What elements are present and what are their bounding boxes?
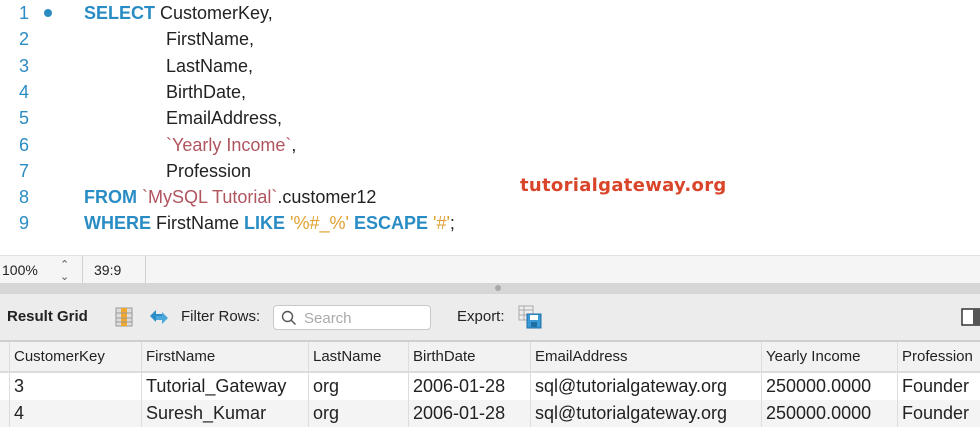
- refresh-icon[interactable]: [148, 294, 170, 340]
- quoted-identifier: `MySQL Tutorial`: [142, 187, 278, 208]
- code-text: BirthDate,: [166, 79, 246, 105]
- cursor-position: 39:9: [82, 256, 146, 284]
- sql-keyword: SELECT: [84, 3, 156, 23]
- code-text: `Yearly Income`,: [166, 132, 296, 158]
- table-header: CustomerKey FirstName LastName BirthDate Ema…: [0, 342, 980, 373]
- table-cell[interactable]: 250000.0000: [761, 373, 897, 400]
- code-token: ,: [291, 134, 297, 155]
- code-token: Profession: [166, 160, 252, 181]
- line-number: 1: [18, 3, 29, 23]
- table-cell[interactable]: 2006-01-28: [408, 373, 530, 400]
- zoom-value: 100%: [2, 262, 38, 278]
- table-cell[interactable]: 3: [9, 373, 141, 400]
- cursor-position-value: 39:9: [94, 262, 122, 278]
- column-header[interactable]: Profession: [897, 342, 980, 371]
- quoted-identifier: `Yearly Income`: [166, 134, 292, 155]
- line-number: 8: [18, 187, 29, 208]
- code-text: SELECT CustomerKey,: [84, 0, 273, 26]
- code-token: EmailAddress,: [166, 108, 283, 129]
- zoom-select[interactable]: 100% ⌃ ⌄: [0, 256, 83, 284]
- statement-marker-icon: [44, 9, 52, 17]
- line-number: 4: [18, 81, 29, 102]
- filter-search-input[interactable]: [302, 308, 426, 328]
- grid-view-icon[interactable]: [115, 294, 133, 340]
- table-row[interactable]: 3 Tutorial_Gateway org 2006-01-28 sql@tutori…: [0, 373, 980, 400]
- sql-keyword: WHERE: [84, 213, 151, 234]
- search-icon: [281, 310, 296, 325]
- code-token: FirstName,: [166, 29, 255, 50]
- line-number: 2: [18, 29, 29, 50]
- code-token: BirthDate,: [166, 81, 247, 102]
- string-literal: '%#_%': [290, 213, 349, 234]
- splitter-handle-icon[interactable]: [495, 285, 501, 291]
- table-cell[interactable]: 4: [9, 400, 141, 427]
- table-cell[interactable]: sql@tutorialgateway.org: [530, 373, 761, 400]
- panel-toggle-icon[interactable]: [961, 294, 980, 340]
- sql-keyword: LIKE: [244, 213, 286, 234]
- code-text: FirstName,: [166, 26, 254, 52]
- code-token: CustomerKey,: [155, 3, 273, 23]
- result-toolbar: Result Grid Filter Rows: Export:: [0, 294, 980, 342]
- code-token: ;: [449, 213, 455, 234]
- table-cell[interactable]: Founder: [897, 400, 980, 427]
- column-header[interactable]: CustomerKey: [9, 342, 141, 371]
- export-icon[interactable]: [518, 294, 542, 340]
- sql-keyword: FROM: [84, 187, 137, 208]
- editor-status-bar: 100% ⌃ ⌄ 39:9: [0, 255, 980, 284]
- column-header[interactable]: EmailAddress: [530, 342, 761, 371]
- table-cell[interactable]: Suresh_Kumar: [141, 400, 308, 427]
- watermark-logo: tutorialgateway.org: [520, 175, 727, 196]
- stepper-icon[interactable]: ⌃ ⌄: [60, 259, 69, 283]
- result-grid-label: Result Grid: [7, 308, 88, 325]
- table-row[interactable]: 4 Suresh_Kumar org 2006-01-28 sql@tutorialga…: [0, 400, 980, 427]
- code-token: .customer12: [277, 187, 377, 208]
- line-number: 3: [18, 55, 29, 76]
- column-header[interactable]: BirthDate: [408, 342, 530, 371]
- column-header[interactable]: FirstName: [141, 342, 308, 371]
- column-header[interactable]: Yearly Income: [761, 342, 897, 371]
- table-cell[interactable]: org: [308, 373, 408, 400]
- code-token: FirstName: [151, 213, 245, 234]
- export-label: Export:: [457, 308, 505, 325]
- pane-splitter[interactable]: [0, 283, 980, 294]
- code-text: LastName,: [166, 53, 253, 79]
- filter-search-box[interactable]: [273, 305, 431, 330]
- code-text: Profession: [166, 158, 251, 184]
- line-number: 7: [18, 160, 29, 181]
- table-cell[interactable]: 2006-01-28: [408, 400, 530, 427]
- sql-keyword: ESCAPE: [353, 213, 428, 234]
- sql-editor[interactable]: 1 SELECT CustomerKey, 2 FirstName, 3 LastName…: [0, 0, 980, 255]
- code-text: EmailAddress,: [166, 105, 282, 131]
- line-number: 6: [18, 134, 29, 155]
- column-header[interactable]: LastName: [308, 342, 408, 371]
- code-text: WHERE FirstName LIKE '%#_%' ESCAPE '#';: [84, 210, 455, 236]
- table-cell[interactable]: Founder: [897, 373, 980, 400]
- table-cell[interactable]: org: [308, 400, 408, 427]
- table-cell[interactable]: Tutorial_Gateway: [141, 373, 308, 400]
- code-text: FROM `MySQL Tutorial`.customer12: [84, 184, 376, 210]
- string-literal: '#': [433, 213, 450, 234]
- table-cell[interactable]: sql@tutorialgateway.org: [530, 400, 761, 427]
- line-number: 9: [18, 213, 29, 234]
- table-cell[interactable]: 250000.0000: [761, 400, 897, 427]
- filter-rows-label: Filter Rows:: [181, 308, 261, 325]
- code-token: LastName,: [166, 55, 254, 76]
- line-number: 5: [18, 108, 29, 129]
